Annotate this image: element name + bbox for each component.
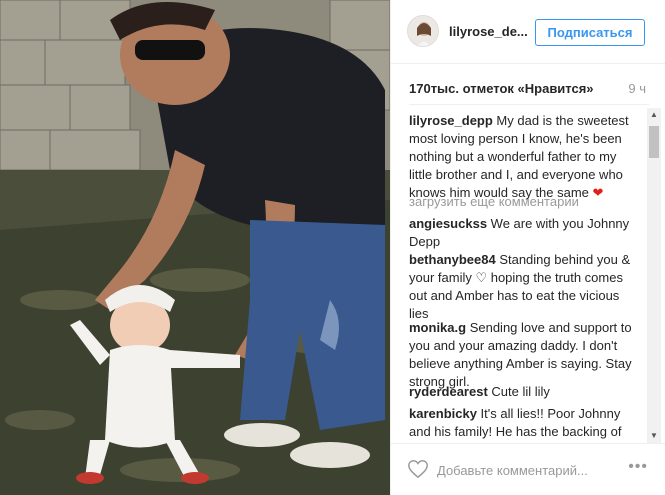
photo-illustration: [0, 0, 390, 495]
follow-button[interactable]: Подписаться: [535, 19, 645, 46]
more-options-icon[interactable]: •••: [628, 458, 648, 476]
user-avatar[interactable]: [407, 15, 439, 47]
post-header: lilyrose_de... Подписаться: [391, 0, 665, 64]
comment-item: karenbicky It's all lies!! Poor Johnny a…: [409, 405, 637, 443]
comments-list[interactable]: lilyrose_depp My dad is the sweetest mos…: [391, 108, 646, 443]
comment-item: ryderdearest Cute lil lily: [409, 383, 637, 401]
scroll-down-arrow-icon[interactable]: ▼: [647, 429, 661, 443]
load-more-comments-link[interactable]: загрузить еще комментарии: [409, 194, 579, 209]
add-comment-input[interactable]: [437, 460, 617, 480]
likes-count[interactable]: 170тыс. отметок «Нравится»: [409, 81, 594, 96]
scroll-up-arrow-icon[interactable]: ▲: [647, 108, 661, 122]
heart-outline-icon[interactable]: [407, 458, 429, 480]
post-footer: •••: [391, 443, 665, 495]
comment-username[interactable]: karenbicky: [409, 406, 477, 421]
post-meta: 170тыс. отметок «Нравится» 9 ч: [391, 64, 665, 106]
avatar-image: [408, 16, 438, 46]
comment-username[interactable]: monika.g: [409, 320, 466, 335]
comment-username[interactable]: bethanybee84: [409, 252, 496, 267]
scrollbar-thumb[interactable]: [649, 126, 659, 158]
divider: [409, 104, 649, 105]
comment-username[interactable]: angiesuckss: [409, 216, 487, 231]
comments-scrollbar[interactable]: ▲ ▼: [647, 108, 661, 443]
username[interactable]: lilyrose_de...: [449, 24, 528, 39]
comment-item: angiesuckss We are with you Johnny Depp: [409, 215, 637, 251]
red-heart-emoji-icon: ❤: [592, 185, 604, 200]
caption-username[interactable]: lilyrose_depp: [409, 113, 493, 128]
post-time[interactable]: 9 ч: [628, 81, 646, 96]
caption: lilyrose_depp My dad is the sweetest mos…: [409, 112, 637, 202]
comment-username[interactable]: ryderdearest: [409, 384, 488, 399]
post-side-panel: lilyrose_de... Подписаться 170тыс. отмет…: [390, 0, 665, 495]
comment-text: Cute lil lily: [487, 384, 550, 399]
post-photo[interactable]: [0, 0, 390, 495]
comment-item: bethanybee84 Standing behind you & your …: [409, 251, 637, 323]
comment-item: monika.g Sending love and support to you…: [409, 319, 637, 391]
